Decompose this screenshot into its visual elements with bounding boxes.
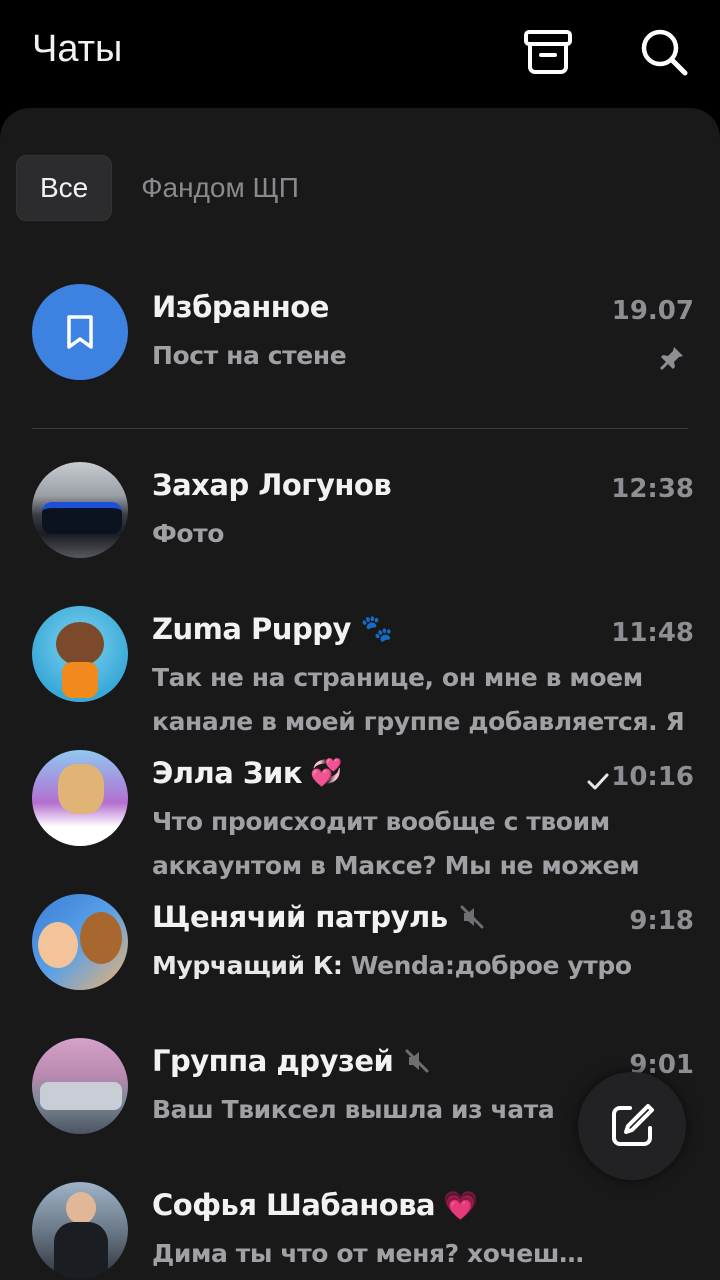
compose-button[interactable] [578, 1072, 686, 1180]
chat-item-favorites[interactable]: Избранное 19.07 Пост на стене [0, 278, 720, 418]
avatar [32, 1038, 128, 1134]
app-header: Чаты [0, 0, 720, 108]
paw-emoji: 🐾 [360, 614, 393, 644]
bookmark-icon [67, 315, 93, 349]
avatar [32, 894, 128, 990]
chat-item[interactable]: Захар Логунов 12:38 Фото [0, 456, 720, 596]
chat-name: Захар Логунов [152, 468, 392, 502]
muted-icon [405, 1049, 429, 1073]
chat-name: Группа друзей [152, 1044, 431, 1078]
read-check-icon [587, 773, 609, 790]
chat-time: 9:18 [629, 906, 694, 936]
chat-time: 10:16 [611, 762, 694, 792]
tab-fandom[interactable]: Фандом ЩП [118, 156, 322, 220]
divider [32, 428, 688, 429]
chat-name: Zuma Puppy 🐾 [152, 612, 393, 646]
search-button[interactable] [638, 26, 690, 78]
message-text: Wenda:доброе утро [342, 951, 632, 980]
archive-icon [524, 30, 572, 74]
hearts-emoji: 💞 [310, 758, 342, 788]
avatar [32, 750, 128, 846]
pin-icon [660, 347, 683, 370]
page-title: Чаты [32, 28, 123, 70]
chat-preview: Мурчащий К: Wenda:доброе утро [152, 944, 697, 988]
chat-item[interactable]: Элла Зик 💞 10:16 Что происходит вообще с… [0, 744, 720, 884]
chat-item[interactable]: Софья Шабанова 💗 Дима ты что от меня? хо… [0, 1176, 720, 1280]
chat-preview: Что происходит вообще с твоим аккаунтом … [152, 807, 640, 880]
chat-name: Щенячий патруль [152, 900, 486, 934]
chat-name: Софья Шабанова 💗 [152, 1188, 478, 1222]
avatar [32, 284, 128, 380]
chat-time: 19.07 [611, 296, 694, 326]
muted-icon [460, 905, 484, 929]
archive-button[interactable] [522, 26, 574, 78]
chat-name: Избранное [152, 290, 329, 324]
avatar [32, 1182, 128, 1278]
tab-all[interactable]: Все [16, 155, 113, 221]
folder-tabs: Все Фандом ЩП [16, 155, 322, 221]
chat-item[interactable]: Щенячий патруль 9:18 Мурчащий К: Wenda:д… [0, 888, 720, 1028]
search-icon [641, 29, 688, 76]
chat-preview: Фото [152, 519, 225, 548]
avatar [32, 462, 128, 558]
avatar [32, 606, 128, 702]
chat-preview: Пост на стене [152, 341, 347, 370]
chat-name: Элла Зик 💞 [152, 756, 342, 790]
message-sender: Мурчащий К: [152, 951, 343, 980]
chat-time: 12:38 [611, 474, 694, 504]
chat-item[interactable]: Zuma Puppy 🐾 11:48 Так не на странице, о… [0, 600, 720, 740]
compose-icon [612, 1104, 654, 1146]
chat-preview: Так не на странице, он мне в моем канале… [152, 663, 685, 736]
chat-time: 11:48 [611, 618, 694, 648]
heart-emoji: 💗 [443, 1188, 478, 1222]
chat-preview: Дима ты что от меня? хочешь з... [152, 1239, 592, 1268]
